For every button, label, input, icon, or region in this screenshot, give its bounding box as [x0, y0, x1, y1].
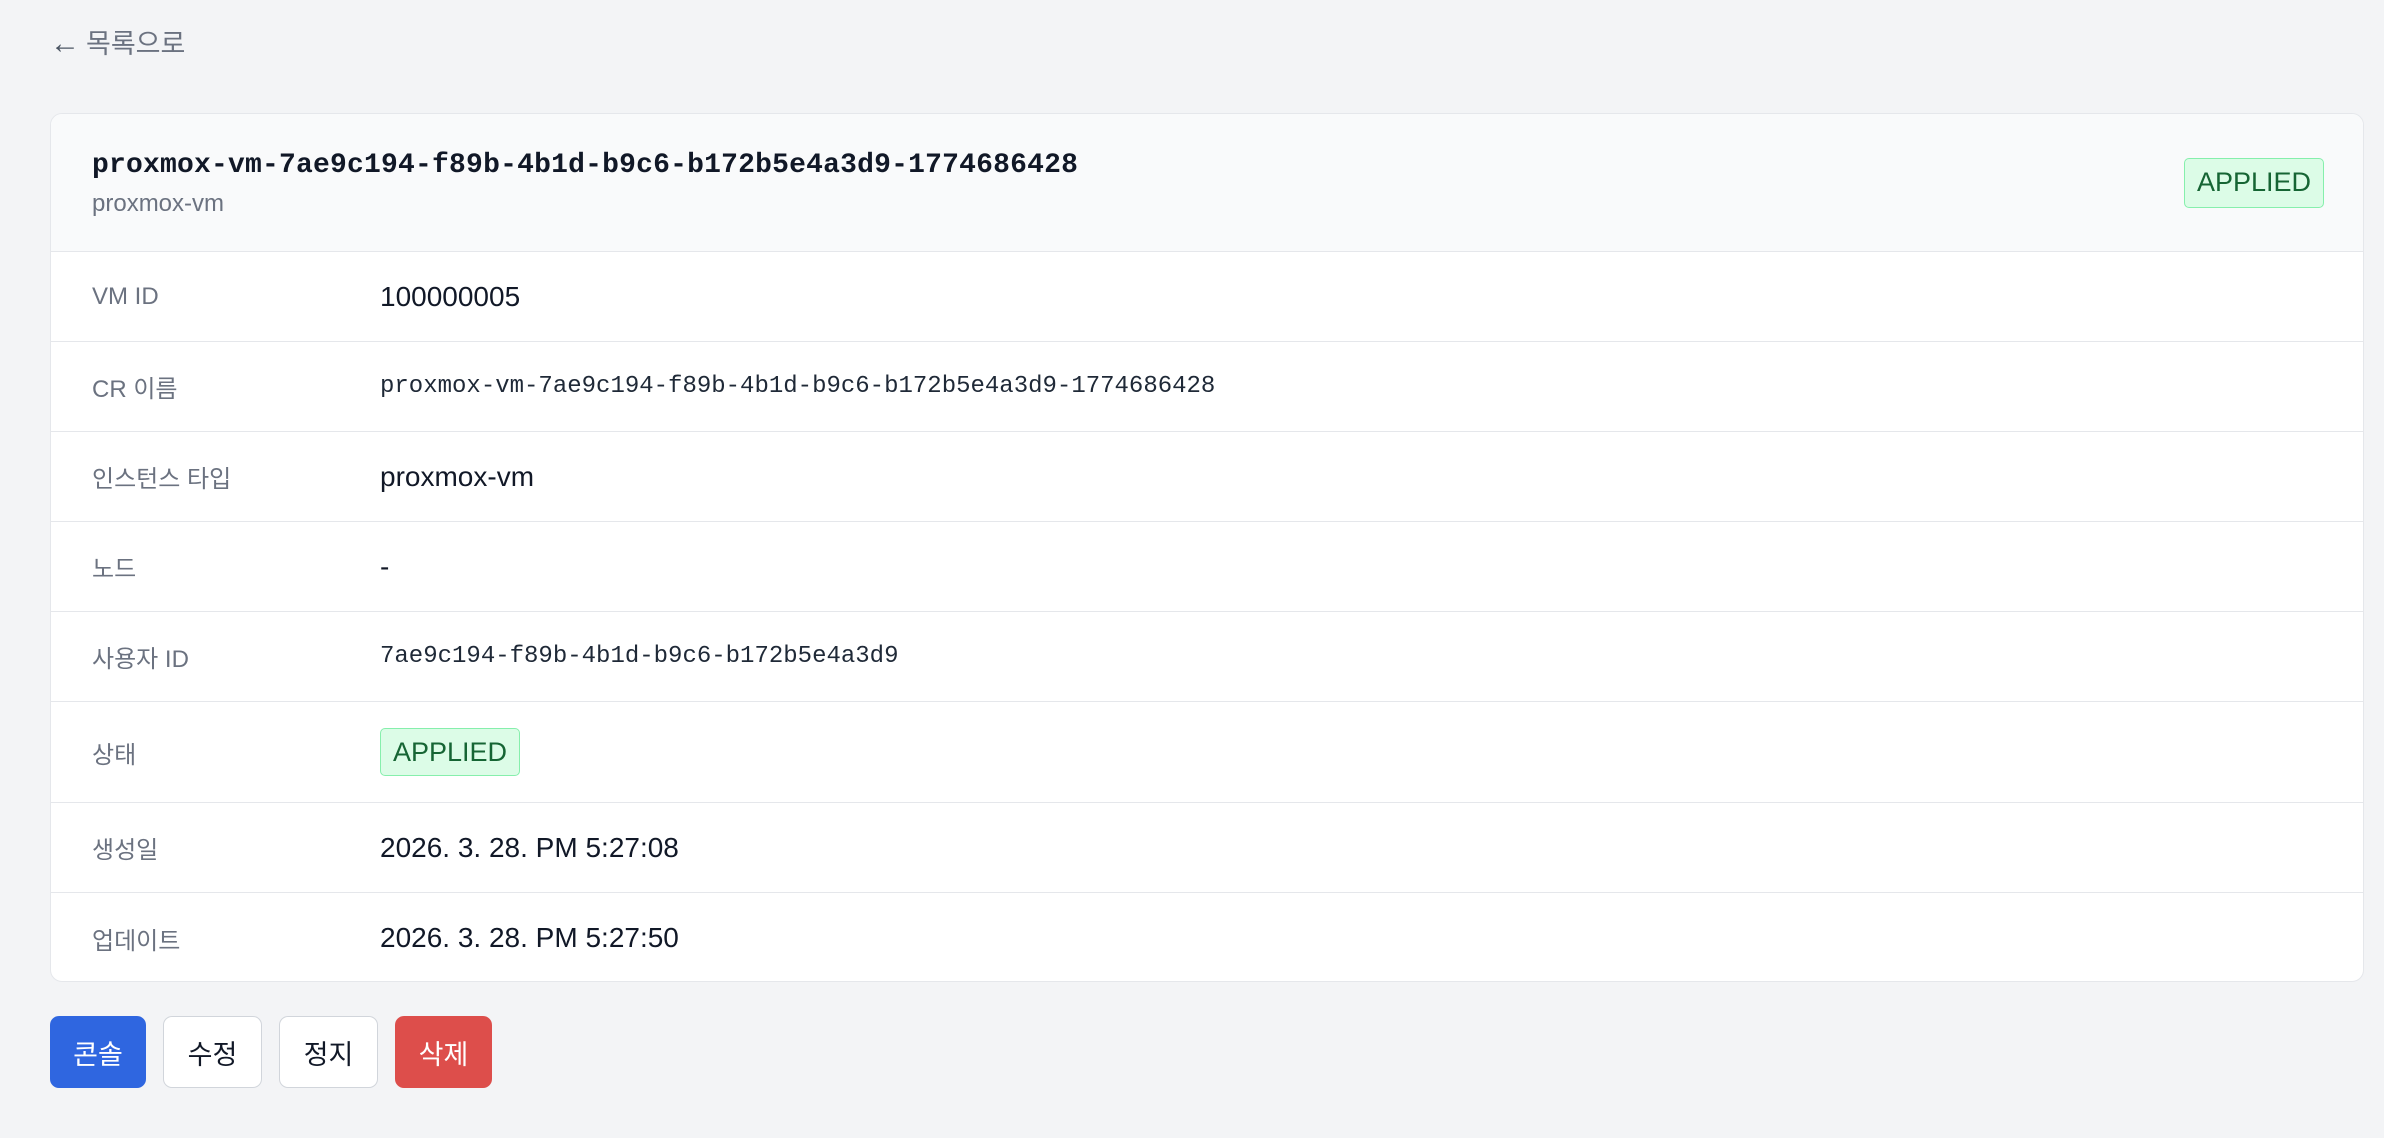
resource-title: proxmox-vm-7ae9c194-f89b-4b1d-b9c6-b172b… [92, 150, 1079, 181]
detail-value: proxmox-vm-7ae9c194-f89b-4b1d-b9c6-b172b… [380, 373, 1216, 400]
detail-row-updated: 업데이트 2026. 3. 28. PM 5:27:50 [51, 893, 2363, 981]
card-header: proxmox-vm-7ae9c194-f89b-4b1d-b9c6-b172b… [51, 114, 2363, 252]
detail-row-vm-id: VM ID 100000005 [51, 252, 2363, 342]
detail-value: proxmox-vm [380, 460, 535, 492]
status-badge: APPLIED [2183, 158, 2324, 208]
detail-label: 생성일 [92, 837, 159, 864]
action-bar: 콘솔 수정 정지 삭제 [50, 1016, 492, 1088]
detail-label: CR 이름 [92, 376, 178, 403]
detail-row-node: 노드 - [51, 522, 2363, 612]
resource-subtitle: proxmox-vm [92, 190, 225, 217]
resource-detail-card: proxmox-vm - 7ae9c194-f89b-4b1d-b9c6-b172b… [50, 113, 2364, 982]
detail-row-user-id: 사용자 ID 7ae9c194-f89b-4b1d-b9c6-b172b5e4a… [51, 612, 2363, 702]
status-badge: APPLIED [380, 728, 521, 776]
arrow-left-icon: ← [50, 27, 80, 60]
detail-value: APPLIED [380, 702, 521, 802]
detail-label: 인스턴스 타입 [92, 466, 232, 493]
detail-value: 2026. 3. 28. PM 5:27:08 [380, 831, 679, 863]
detail-value: - [380, 550, 390, 582]
detail-label: 사용자 ID [92, 646, 189, 673]
detail-value: 7ae9c194-f89b-4b1d-b9c6-b172b5e4a3d9 [380, 643, 899, 670]
detail-label: VM ID [92, 282, 159, 310]
edit-button[interactable]: 수정 [163, 1016, 262, 1088]
detail-label: 상태 [92, 741, 137, 769]
detail-row-status: 상태 APPLIED [51, 702, 2363, 803]
detail-row-cr-name: CR 이름 proxmox-vm-7ae9c194-f89b-4b1d-b9c6… [51, 342, 2363, 432]
stop-button[interactable]: 정지 [279, 1016, 378, 1088]
detail-value: 2026. 3. 28. PM 5:27:50 [380, 922, 679, 953]
detail-label: 노드 [92, 556, 137, 583]
detail-row-created: 생성일 2026. 3. 28. PM 5:27:08 [51, 803, 2363, 893]
detail-row-instance-type: 인스턴스 타입 proxmox-vm [51, 432, 2363, 522]
detail-label: 업데이트 [92, 927, 181, 955]
delete-button[interactable]: 삭제 [395, 1016, 492, 1088]
back-to-list-link[interactable]: ← 목록으로 [50, 26, 185, 62]
back-link-label: 목록으로 [86, 29, 186, 59]
detail-value: 100000005 [380, 280, 521, 312]
console-button[interactable]: 콘솔 [50, 1016, 146, 1088]
